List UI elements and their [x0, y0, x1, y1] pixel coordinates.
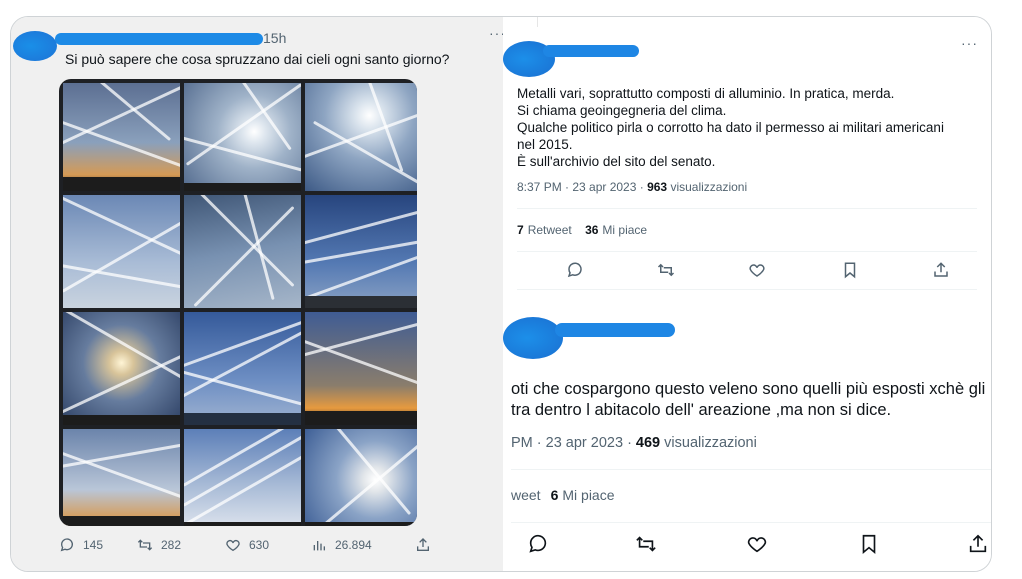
divider [537, 17, 538, 27]
sky-photo [63, 195, 180, 308]
sky-photo [305, 312, 417, 425]
reply-meta: 8:37 PM · 23 apr 2023 · 963 visualizzazi… [517, 180, 747, 194]
views-count: 469 [635, 435, 661, 451]
reply-text-line: nel 2015. [517, 137, 573, 152]
tweet-actions: 145 282 630 26.894 [59, 537, 439, 557]
like-icon[interactable] [746, 533, 768, 555]
views-button[interactable]: 26.894 [311, 537, 372, 553]
tweet-text: Si può sapere che cosa spruzzano dai cie… [65, 51, 450, 67]
reply-text-line: È sull'archivio del sito del senato. [517, 154, 716, 169]
tweet-time[interactable]: 15h [263, 30, 286, 46]
reply-stats: weet 6 Mi piace [511, 487, 615, 503]
views-icon [313, 541, 325, 551]
views-count: 963 [647, 180, 668, 194]
username-redacted[interactable] [543, 45, 639, 57]
like-icon[interactable] [748, 261, 766, 279]
share-icon[interactable] [932, 261, 950, 279]
bookmark-icon[interactable] [858, 533, 880, 555]
like-count: 630 [249, 538, 270, 552]
reply-meta: PM · 23 apr 2023 · 469 visualizzazioni [511, 435, 757, 451]
reply-actions [517, 261, 977, 281]
sky-photo [305, 83, 417, 191]
reply-count: 145 [83, 538, 104, 552]
like-icon [226, 539, 240, 552]
views-label: visualizzazioni [660, 435, 757, 451]
tweet-image-grid[interactable] [59, 79, 417, 526]
reply-icon[interactable] [566, 261, 584, 279]
username-redacted[interactable] [55, 33, 263, 45]
reply-text-line: Si chiama geoingegneria del clima. [517, 103, 727, 118]
reply-text-line: tra dentro l abitacolo dell' areazione ,… [511, 401, 892, 419]
share-icon [417, 538, 429, 551]
sky-photo [184, 83, 301, 191]
bookmark-icon[interactable] [841, 261, 859, 279]
retweet-icon[interactable] [657, 261, 675, 279]
sky-photo [305, 195, 417, 308]
views-label: visualizzazioni [667, 180, 748, 194]
reply-text-line: oti che cospargono questo veleno sono qu… [511, 380, 986, 398]
reply-text: oti che cospargono questo veleno sono qu… [511, 379, 991, 421]
avatar-redacted[interactable] [13, 31, 57, 61]
retweets-stat[interactable]: 7 Retweet [517, 223, 572, 237]
retweet-count: 282 [161, 538, 182, 552]
sky-photo [184, 195, 301, 308]
sky-photo [184, 312, 301, 425]
sky-photo [63, 83, 180, 191]
username-redacted[interactable] [555, 323, 675, 337]
sky-photo [305, 429, 417, 526]
reply-icon [60, 538, 73, 552]
more-options-icon[interactable]: ··· [961, 35, 978, 51]
divider [511, 522, 991, 523]
reply-actions [519, 533, 989, 557]
reply-stats: 7 Retweet 36 Mi piace [517, 223, 647, 237]
sky-photo [63, 429, 180, 526]
reply-text: Metalli vari, soprattutto composti di al… [517, 85, 977, 170]
replies-panel: ··· Metalli vari, soprattutto composti d… [503, 17, 991, 571]
reply-timestamp[interactable]: 8:37 PM · 23 apr 2023 · [517, 180, 647, 194]
original-tweet: 15h ··· Si può sapere che cosa spruzzano… [11, 17, 505, 571]
reply-button[interactable]: 145 [59, 537, 103, 553]
sky-photo [184, 429, 301, 526]
share-icon[interactable] [967, 533, 989, 555]
retweet-icon[interactable] [635, 533, 657, 555]
share-button[interactable] [415, 537, 431, 553]
reply-text-line: Qualche politico pirla o corrotto ha dat… [517, 120, 944, 135]
likes-stat[interactable]: 36 Mi piace [585, 223, 647, 237]
retweet-button[interactable]: 282 [137, 537, 181, 553]
divider [517, 289, 977, 290]
retweet-icon [137, 539, 153, 551]
reply-timestamp[interactable]: PM · 23 apr 2023 · [511, 435, 636, 451]
reply-text-line: Metalli vari, soprattutto composti di al… [517, 86, 895, 101]
likes-stat[interactable]: 6 Mi piace [541, 487, 615, 503]
reply-icon[interactable] [527, 533, 549, 555]
screenshot-frame: 15h ··· Si può sapere che cosa spruzzano… [10, 16, 992, 572]
divider [517, 208, 977, 209]
divider [517, 251, 977, 252]
like-button[interactable]: 630 [225, 537, 269, 553]
avatar-redacted[interactable] [503, 317, 563, 359]
retweets-stat[interactable]: weet [511, 487, 541, 503]
divider [511, 469, 991, 470]
sky-photo [63, 312, 180, 425]
views-count: 26.894 [335, 538, 372, 552]
